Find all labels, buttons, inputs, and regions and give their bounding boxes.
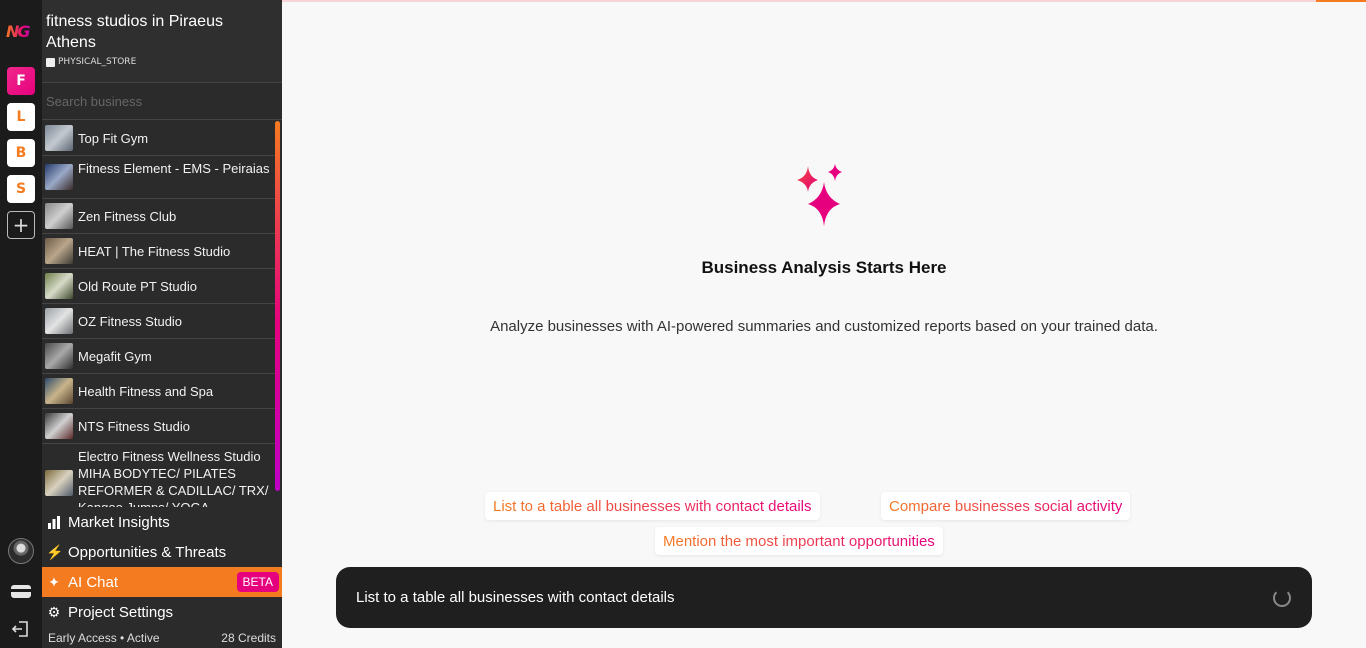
business-thumbnail	[45, 413, 73, 439]
suggestion-chip[interactable]: Mention the most important opportunities	[655, 527, 943, 555]
business-name: HEAT | The Fitness Studio	[78, 244, 231, 259]
business-name: OZ Fitness Studio	[78, 314, 183, 329]
business-thumbnail	[45, 238, 73, 264]
project-settings-item[interactable]: ⚙ Project Settings	[42, 597, 282, 627]
bar-chart-icon	[48, 516, 60, 529]
beta-badge: BETA	[236, 572, 279, 592]
list-item[interactable]: Top Fit Gym	[42, 121, 276, 156]
project-switch-f[interactable]: F	[7, 67, 35, 95]
business-thumbnail	[45, 273, 73, 299]
lightning-icon: ⚡	[46, 543, 64, 560]
user-avatar[interactable]	[8, 538, 34, 564]
list-item[interactable]: HEAT | The Fitness Studio	[42, 234, 276, 269]
search-input[interactable]	[42, 84, 282, 119]
business-name: Health Fitness and Spa	[78, 384, 214, 399]
business-name: Zen Fitness Club	[78, 209, 177, 224]
ai-chat-label: AI Chat	[68, 573, 119, 591]
list-item[interactable]: Zen Fitness Club	[42, 199, 276, 234]
list-item[interactable]: OZ Fitness Studio	[42, 304, 276, 339]
business-list: Top Fit Gym Fitness Element - EMS - Peir…	[42, 121, 282, 507]
business-thumbnail	[45, 203, 73, 229]
market-insights-item[interactable]: Market Insights	[42, 507, 282, 537]
business-thumbnail	[45, 378, 73, 404]
business-name: Fitness Element - EMS - Peiraias	[78, 161, 270, 176]
billing-card-icon[interactable]	[11, 585, 31, 598]
business-name: Electro Fitness Wellness Studio MIHA BOD…	[78, 449, 269, 507]
project-type-label: PHYSICAL_STORE	[58, 57, 137, 67]
business-thumbnail	[45, 308, 73, 334]
business-thumbnail	[45, 125, 73, 151]
icon-rail: NG F L B S +	[0, 0, 42, 648]
ai-chat-item[interactable]: ✦ AI Chat BETA	[42, 567, 282, 597]
business-list-scrollbar[interactable]	[275, 121, 280, 491]
opportunities-label: Opportunities & Threats	[68, 543, 227, 561]
list-item[interactable]: Fitness Element - EMS - Peiraias	[42, 156, 276, 199]
chat-input[interactable]	[356, 567, 1256, 628]
add-project-button[interactable]: +	[7, 211, 35, 239]
business-panel: fitness studios in Piraeus Athens PHYSIC…	[42, 0, 282, 648]
project-header: fitness studios in Piraeus Athens PHYSIC…	[42, 0, 282, 83]
business-name: NTS Fitness Studio	[78, 419, 190, 434]
suggestion-label: Compare businesses social activity	[889, 497, 1123, 515]
sparkle-icon: ✦	[48, 573, 60, 590]
market-insights-label: Market Insights	[68, 513, 170, 531]
suggestion-label: Mention the most important opportunities	[663, 532, 935, 550]
store-icon	[46, 57, 55, 67]
chat-composer	[336, 567, 1312, 628]
suggestion-chip[interactable]: List to a table all businesses with cont…	[485, 492, 820, 520]
business-thumbnail	[45, 470, 73, 496]
project-title: fitness studios in Piraeus Athens	[46, 13, 223, 51]
account-footer: Early Access • Active 28 Credits	[42, 628, 282, 648]
suggestion-label: List to a table all businesses with cont…	[493, 497, 812, 515]
gear-icon: ⚙	[47, 603, 61, 620]
suggestion-chip[interactable]: Compare businesses social activity	[881, 492, 1131, 520]
app-logo[interactable]: NG	[6, 22, 36, 42]
project-switch-l[interactable]: L	[7, 103, 35, 131]
account-status: Early Access • Active	[48, 631, 160, 645]
project-settings-label: Project Settings	[68, 603, 174, 621]
credits-count: 28 Credits	[221, 631, 276, 645]
project-switch-b[interactable]: B	[7, 139, 35, 167]
project-switch-s[interactable]: S	[7, 175, 35, 203]
list-item[interactable]: Old Route PT Studio	[42, 269, 276, 304]
loading-spinner-icon	[1273, 589, 1291, 607]
business-search	[42, 84, 282, 120]
sparkles-icon	[797, 164, 842, 226]
list-item[interactable]: Megafit Gym	[42, 339, 276, 374]
opportunities-item[interactable]: ⚡ Opportunities & Threats	[42, 537, 282, 567]
top-progress-line	[282, 0, 1366, 2]
business-thumbnail	[45, 164, 73, 190]
list-item[interactable]: NTS Fitness Studio	[42, 409, 276, 444]
page-title: Business Analysis Starts Here	[701, 258, 947, 277]
project-type: PHYSICAL_STORE	[46, 57, 136, 67]
list-item[interactable]: Health Fitness and Spa	[42, 374, 276, 409]
logout-icon[interactable]	[10, 618, 32, 640]
business-name: Megafit Gym	[78, 349, 152, 364]
business-name: Old Route PT Studio	[78, 279, 197, 294]
business-name: Top Fit Gym	[78, 131, 149, 146]
page-subtitle: Analyze businesses with AI-powered summa…	[490, 318, 1158, 335]
list-item[interactable]: Electro Fitness Wellness Studio MIHA BOD…	[42, 444, 276, 507]
business-thumbnail	[45, 343, 73, 369]
